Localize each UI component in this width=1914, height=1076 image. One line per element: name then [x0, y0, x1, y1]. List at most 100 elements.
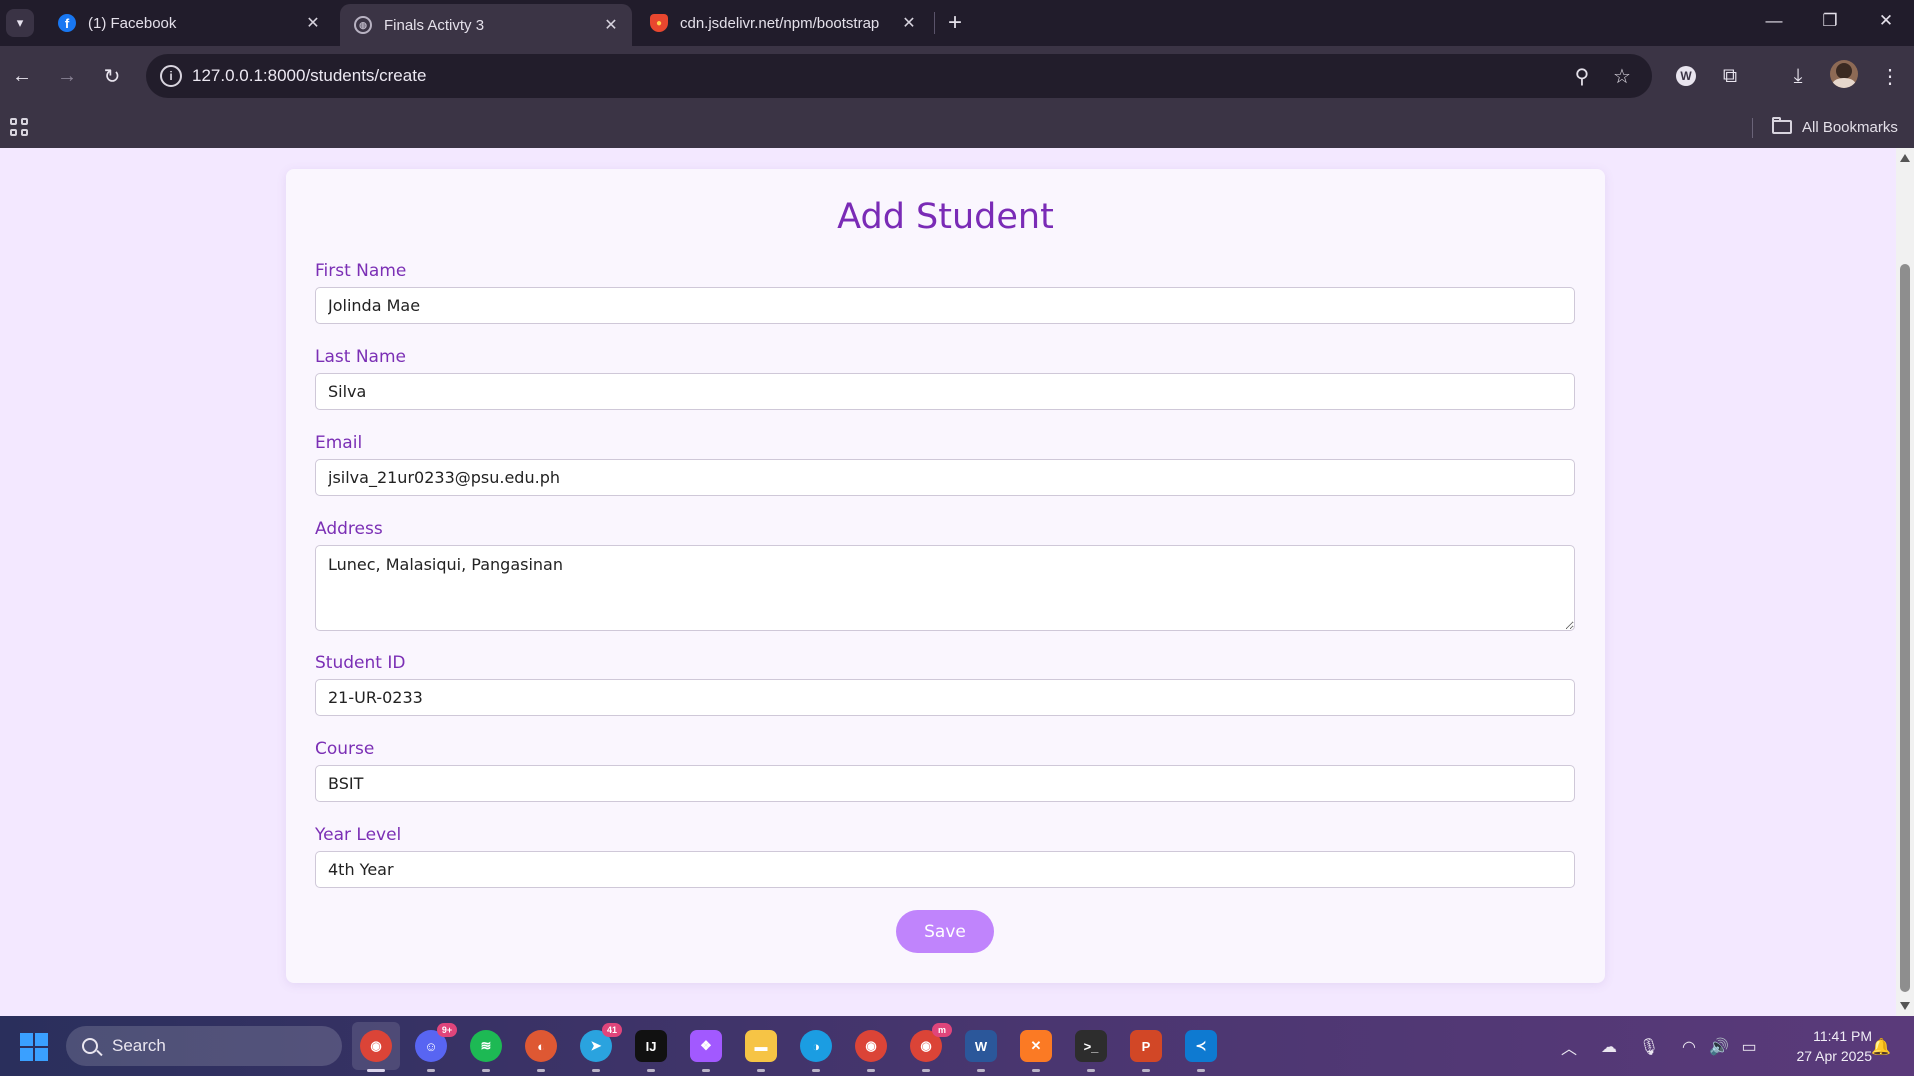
taskbar-intellij-icon[interactable]: IJ [635, 1030, 667, 1072]
taskbar-powerpoint-icon[interactable]: P [1130, 1030, 1162, 1072]
running-indicator [647, 1069, 655, 1072]
tab-strip: ▾ f (1) Facebook ✕ ◍ Finals Activty 3 ✕ … [0, 0, 1914, 46]
taskbar-vscode-icon[interactable]: ≺ [1185, 1030, 1217, 1072]
running-indicator [537, 1069, 545, 1072]
telegram-glyph: ➤ [590, 1038, 602, 1053]
tray-chevron-up-icon[interactable]: ︿ [1558, 1036, 1580, 1058]
running-indicator [427, 1069, 435, 1072]
student-id-input[interactable] [315, 679, 1575, 716]
battery-icon[interactable]: ▭ [1738, 1036, 1760, 1058]
new-tab-plus-icon[interactable]: + [940, 8, 970, 38]
address-bar[interactable]: i 127.0.0.1:8000/students/create ⚲ ☆ [146, 54, 1652, 98]
zoom-icon[interactable]: ⚲ [1568, 62, 1596, 90]
taskbar-edge-icon[interactable]: ◑ [800, 1030, 832, 1072]
clock-time: 11:41 PM [1813, 1028, 1872, 1044]
email-input[interactable] [315, 459, 1575, 496]
taskbar-chrome-profile-3-icon[interactable]: ◉ m [910, 1023, 952, 1072]
minimize-icon[interactable]: — [1746, 0, 1802, 42]
wifi-icon[interactable]: ◠ [1678, 1036, 1700, 1058]
back-arrow-icon[interactable]: ← [6, 60, 38, 92]
close-icon[interactable]: ✕ [302, 12, 324, 34]
taskbar-clock[interactable]: 11:41 PM 27 Apr 2025 [1772, 1026, 1872, 1066]
student-id-label: Student ID [315, 653, 406, 673]
taskbar-spotify-icon[interactable]: ≋ [470, 1030, 502, 1072]
taskbar-word-icon[interactable]: W [965, 1030, 997, 1072]
reload-icon[interactable]: ↻ [96, 60, 128, 92]
download-icon[interactable]: ⤓ [1782, 60, 1814, 92]
bookmarks-separator [1752, 118, 1753, 138]
xampp-glyph: ✕ [1030, 1038, 1042, 1053]
first-name-label: First Name [315, 261, 407, 281]
close-window-icon[interactable]: ✕ [1858, 0, 1914, 42]
tab-title: cdn.jsdelivr.net/npm/bootstrap [680, 14, 880, 32]
save-button[interactable]: Save [896, 910, 994, 953]
taskbar-file-explorer-icon[interactable]: ▬ [745, 1030, 777, 1072]
restore-icon[interactable]: ❐ [1802, 0, 1858, 42]
scroll-down-arrow-icon[interactable] [1900, 1002, 1910, 1010]
windows-start-icon[interactable] [20, 1033, 48, 1061]
taskbar-xampp-icon[interactable]: ✕ [1020, 1030, 1052, 1072]
taskbar-duckduckgo-icon[interactable]: ◐ [525, 1030, 557, 1072]
search-icon [82, 1038, 98, 1054]
close-icon[interactable]: ✕ [600, 14, 622, 36]
all-bookmarks-button[interactable]: All Bookmarks [1772, 114, 1898, 140]
profile-avatar[interactable] [1830, 60, 1858, 88]
taskbar-search-box[interactable]: Search [66, 1026, 342, 1066]
running-indicator [702, 1069, 710, 1072]
notification-bell-icon[interactable]: 🔔 [1870, 1036, 1892, 1058]
taskbar-discord-icon[interactable]: ☺ 9+ [415, 1023, 457, 1072]
terminal-glyph: >_ [1083, 1038, 1099, 1054]
close-icon[interactable]: ✕ [898, 12, 920, 34]
first-name-input[interactable] [315, 287, 1575, 324]
apps-grid-icon[interactable] [10, 118, 28, 136]
taskbar-chrome-icon[interactable]: ◉ [360, 1030, 392, 1072]
running-indicator [757, 1069, 765, 1072]
chrome-profile-2-glyph: ◉ [865, 1038, 877, 1053]
scrollbar-thumb[interactable] [1900, 264, 1910, 992]
bookmark-star-icon[interactable]: ☆ [1608, 62, 1636, 90]
shield-icon: ● [650, 14, 668, 32]
discord-glyph: ☺ [424, 1038, 438, 1054]
facebook-icon: f [58, 14, 76, 32]
duckduckgo-glyph: ◐ [537, 1038, 545, 1054]
page-scrollbar[interactable] [1896, 148, 1914, 1016]
running-indicator [1197, 1069, 1205, 1072]
scroll-up-arrow-icon[interactable] [1900, 154, 1910, 162]
running-indicator [367, 1069, 385, 1072]
taskbar-figma-icon[interactable]: ❖ [690, 1030, 722, 1072]
tab-facebook[interactable]: f (1) Facebook ✕ [44, 4, 334, 42]
notification-badge: m [932, 1023, 952, 1037]
extension-w-icon[interactable]: W [1670, 60, 1702, 92]
running-indicator [812, 1069, 820, 1072]
volume-icon[interactable]: 🔊 [1708, 1036, 1730, 1058]
tab-jsdelivr[interactable]: ● cdn.jsdelivr.net/npm/bootstrap ✕ [636, 4, 930, 42]
extensions-puzzle-icon[interactable]: ⧉ [1714, 60, 1746, 92]
word-glyph: W [974, 1038, 988, 1054]
microphone-icon[interactable]: 🎙 [1638, 1036, 1660, 1058]
running-indicator [482, 1069, 490, 1072]
last-name-input[interactable] [315, 373, 1575, 410]
onedrive-cloud-icon[interactable]: ☁ [1598, 1036, 1620, 1058]
forward-arrow-icon[interactable]: → [51, 60, 83, 92]
tab-separator [934, 12, 935, 34]
url-text[interactable]: 127.0.0.1:8000/students/create [192, 66, 426, 86]
tab-finals-activity[interactable]: ◍ Finals Activty 3 ✕ [340, 4, 632, 46]
tab-search-chevron-icon[interactable]: ▾ [6, 9, 34, 37]
windows-taskbar: Search ◉ ☺ 9+ ≋ ◐ ➤ 41 IJ ❖ ▬ ◑ ◉ ◉ m W ✕ >_ P ≺ ︿ ☁ 🎙 ◠ 🔊… [0, 1016, 1914, 1076]
all-bookmarks-label: All Bookmarks [1802, 118, 1898, 136]
figma-glyph: ❖ [700, 1038, 712, 1053]
taskbar-telegram-icon[interactable]: ➤ 41 [580, 1023, 622, 1072]
running-indicator [977, 1069, 985, 1072]
intellij-glyph: IJ [645, 1038, 657, 1054]
year-level-input[interactable] [315, 851, 1575, 888]
course-input[interactable] [315, 765, 1575, 802]
taskbar-chrome-profile-2-icon[interactable]: ◉ [855, 1030, 887, 1072]
site-info-icon[interactable]: i [160, 65, 182, 87]
edge-glyph: ◑ [812, 1038, 820, 1054]
running-indicator [867, 1069, 875, 1072]
menu-kebab-icon[interactable]: ⋮ [1874, 60, 1906, 92]
year-level-label: Year Level [315, 825, 402, 845]
running-indicator [1142, 1069, 1150, 1072]
address-textarea[interactable]: Lunec, Malasiqui, Pangasinan [315, 545, 1575, 631]
taskbar-terminal-icon[interactable]: >_ [1075, 1030, 1107, 1072]
